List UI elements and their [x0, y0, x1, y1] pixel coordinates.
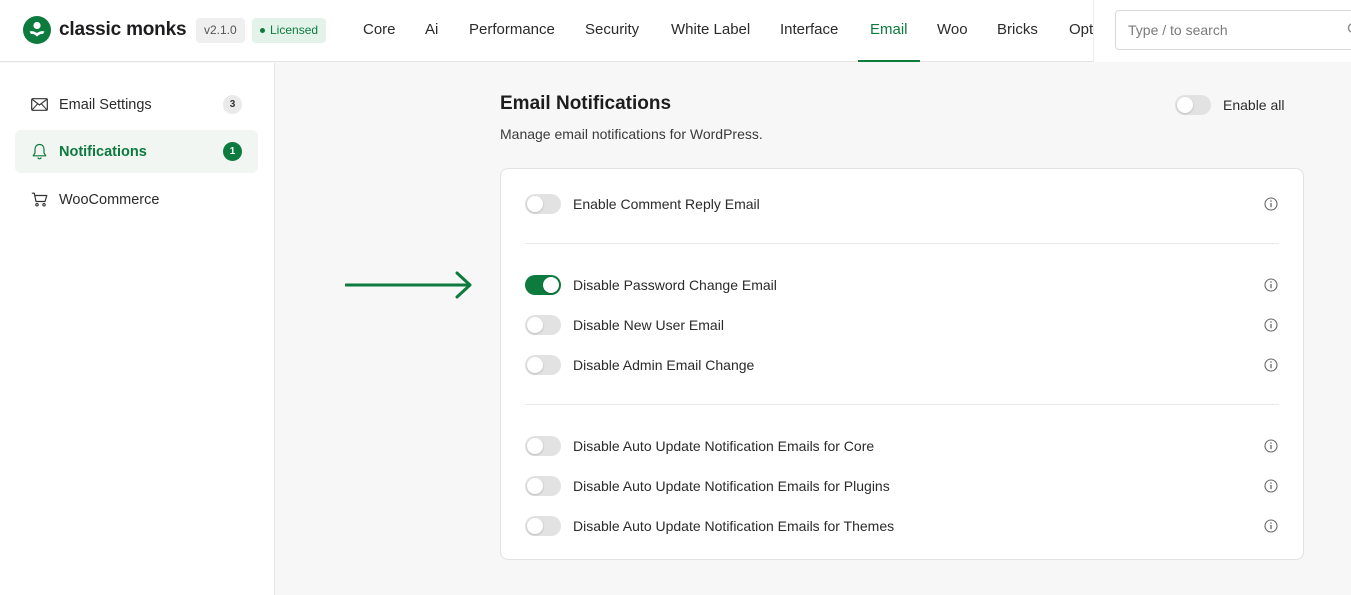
setting-toggle[interactable] — [525, 275, 561, 295]
setting-label: Disable Auto Update Notification Emails … — [573, 478, 890, 494]
sidebar-item-notifications[interactable]: Notifications 1 — [15, 130, 258, 173]
nav-tab-woo[interactable]: Woo — [937, 0, 968, 62]
setting-row: Disable Auto Update Notification Emails … — [525, 475, 1281, 497]
setting-toggle[interactable] — [525, 436, 561, 456]
setting-label: Disable New User Email — [573, 317, 724, 333]
setting-toggle[interactable] — [525, 194, 561, 214]
setting-label: Disable Admin Email Change — [573, 357, 755, 373]
cart-icon — [30, 191, 48, 209]
setting-toggle[interactable] — [525, 476, 561, 496]
nav-tab-bricks[interactable]: Bricks — [997, 0, 1038, 62]
setting-row: Disable Password Change Email — [525, 274, 1281, 296]
sidebar-item-label: WooCommerce — [59, 191, 160, 208]
bell-icon — [30, 143, 48, 161]
setting-toggle[interactable] — [525, 355, 561, 375]
setting-row: Disable Admin Email Change — [525, 354, 1281, 376]
nav-tab-white-label[interactable]: White Label — [671, 0, 750, 62]
enable-all-toggle[interactable] — [1175, 95, 1211, 115]
sidebar-item-label: Notifications — [59, 143, 147, 160]
info-icon[interactable] — [1264, 278, 1278, 292]
nav-tab-performance[interactable]: Performance — [469, 0, 555, 62]
sidebar-item-woocommerce[interactable]: WooCommerce — [15, 178, 258, 221]
top-bar: classic monks v2.1.0 Licensed Core Ai Pe… — [0, 0, 1351, 62]
info-icon[interactable] — [1264, 439, 1278, 453]
search-input[interactable] — [1115, 10, 1351, 50]
setting-toggle[interactable] — [525, 315, 561, 335]
enable-all-label: Enable all — [1223, 97, 1285, 113]
group-divider — [525, 404, 1279, 405]
setting-toggle[interactable] — [525, 516, 561, 536]
info-icon[interactable] — [1264, 479, 1278, 493]
license-badge: Licensed — [252, 18, 327, 43]
setting-label: Disable Password Change Email — [573, 277, 777, 293]
sidebar-item-label: Email Settings — [59, 96, 152, 113]
envelope-icon — [30, 96, 48, 114]
setting-row: Enable Comment Reply Email — [525, 193, 1281, 215]
search-container — [1093, 0, 1351, 62]
brand-logo[interactable]: classic monks — [23, 16, 187, 44]
setting-label: Enable Comment Reply Email — [573, 196, 760, 212]
monk-logo-icon — [23, 16, 51, 44]
setting-label: Disable Auto Update Notification Emails … — [573, 518, 895, 534]
nav-tab-ai[interactable]: Ai — [425, 0, 438, 62]
nav-tab-email[interactable]: Email — [858, 0, 920, 62]
page-subtitle: Manage email notifications for WordPress… — [500, 126, 763, 142]
info-icon[interactable] — [1264, 358, 1278, 372]
nav-tab-core[interactable]: Core — [363, 0, 396, 62]
nav-tab-interface[interactable]: Interface — [780, 0, 838, 62]
license-dot-icon — [260, 28, 265, 33]
arrow-right-icon — [345, 271, 472, 299]
version-badge: v2.1.0 — [196, 18, 245, 43]
count-badge: 1 — [223, 142, 242, 161]
setting-row: Disable New User Email — [525, 314, 1281, 336]
nav-tab-security[interactable]: Security — [585, 0, 639, 62]
sidebar-item-email-settings[interactable]: Email Settings 3 — [15, 83, 258, 126]
license-label: Licensed — [270, 23, 319, 37]
search-icon — [1347, 23, 1351, 33]
notifications-card: Enable Comment Reply Email Disable Passw… — [500, 168, 1304, 560]
count-badge: 3 — [223, 95, 242, 114]
info-icon[interactable] — [1264, 197, 1278, 211]
setting-row: Disable Auto Update Notification Emails … — [525, 435, 1281, 457]
setting-label: Disable Auto Update Notification Emails … — [573, 438, 875, 454]
page-title: Email Notifications — [500, 93, 672, 114]
group-divider — [525, 243, 1279, 244]
setting-row: Disable Auto Update Notification Emails … — [525, 515, 1281, 537]
enable-all-control: Enable all — [1175, 95, 1285, 115]
nav-tab-opt[interactable]: Opt — [1069, 0, 1093, 62]
info-icon[interactable] — [1264, 519, 1278, 533]
main-nav: Core Ai Performance Security White Label… — [347, 0, 1093, 62]
brand-name: classic monks — [59, 19, 187, 40]
sidebar: Email Settings 3 Notifications 1 WooComm… — [0, 63, 275, 595]
info-icon[interactable] — [1264, 318, 1278, 332]
